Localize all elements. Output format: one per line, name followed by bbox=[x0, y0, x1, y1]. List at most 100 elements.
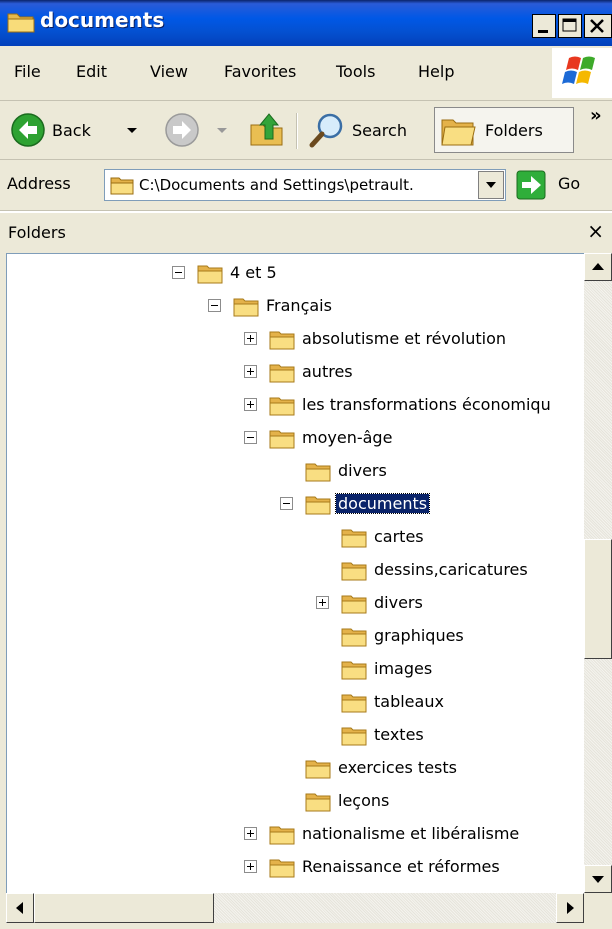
tree-node-label: Français bbox=[266, 296, 332, 315]
tree-node[interactable]: moyen-âge bbox=[7, 423, 585, 455]
title-bar[interactable]: documents bbox=[0, 0, 612, 46]
maximize-button[interactable] bbox=[558, 14, 582, 38]
folder-icon bbox=[340, 525, 368, 549]
menu-tools[interactable]: Tools bbox=[336, 62, 375, 81]
collapse-minus-icon[interactable] bbox=[208, 299, 221, 312]
tree-node-label: graphiques bbox=[374, 626, 464, 645]
vertical-scroll-thumb[interactable] bbox=[584, 539, 612, 659]
back-button[interactable]: Back bbox=[6, 107, 152, 153]
folder-icon bbox=[268, 327, 296, 351]
horizontal-scrollbar[interactable] bbox=[6, 893, 584, 923]
folder-icon bbox=[268, 360, 296, 384]
expand-plus-icon[interactable] bbox=[244, 365, 257, 378]
tree-node-label: leçons bbox=[338, 791, 390, 810]
tree-node[interactable]: documents bbox=[7, 489, 585, 521]
tree-node-label: tableaux bbox=[374, 692, 444, 711]
window-title: documents bbox=[40, 8, 165, 32]
search-icon bbox=[309, 113, 343, 148]
chevron-down-icon bbox=[217, 128, 227, 133]
tree-node[interactable]: autres bbox=[7, 357, 585, 389]
tree-node[interactable]: textes bbox=[7, 720, 585, 752]
address-field[interactable]: C:\Documents and Settings\petrault. bbox=[104, 169, 506, 201]
minimize-button[interactable] bbox=[532, 14, 556, 38]
tree-node-label: cartes bbox=[374, 527, 424, 546]
scrollbar-corner bbox=[584, 893, 612, 923]
tree-node[interactable]: cartes bbox=[7, 522, 585, 554]
tree-node-label: autres bbox=[302, 362, 353, 381]
up-folder-icon bbox=[250, 113, 283, 146]
address-value: C:\Documents and Settings\petrault. bbox=[139, 176, 414, 194]
tree-node[interactable]: tableaux bbox=[7, 687, 585, 719]
up-folder-button[interactable] bbox=[244, 107, 290, 153]
arrow-up-icon bbox=[592, 263, 604, 270]
tree-node-label: nationalisme et libéralisme bbox=[302, 824, 520, 843]
horizontal-scroll-thumb[interactable] bbox=[34, 893, 214, 923]
scroll-right-button[interactable] bbox=[556, 893, 584, 923]
folders-pane-header: Folders × bbox=[0, 213, 612, 253]
scroll-up-button[interactable] bbox=[584, 253, 612, 281]
vertical-scrollbar[interactable] bbox=[584, 253, 612, 893]
tree-node-label: textes bbox=[374, 725, 424, 744]
tree-node[interactable]: absolutisme et révolution bbox=[7, 324, 585, 356]
forward-button[interactable] bbox=[160, 107, 236, 153]
close-button[interactable] bbox=[584, 14, 612, 38]
tree-node[interactable]: divers bbox=[7, 588, 585, 620]
tree-node-label: exercices tests bbox=[338, 758, 457, 777]
tree-node[interactable]: graphiques bbox=[7, 621, 585, 653]
expand-plus-icon[interactable] bbox=[244, 860, 257, 873]
folder-icon bbox=[304, 492, 332, 516]
menu-view[interactable]: View bbox=[150, 62, 188, 81]
tree-node[interactable]: 4 et 5 bbox=[7, 258, 585, 290]
back-arrow-icon bbox=[11, 113, 45, 147]
folders-button[interactable]: Folders bbox=[434, 107, 574, 153]
tree-node[interactable]: Français bbox=[7, 291, 585, 323]
collapse-minus-icon[interactable] bbox=[280, 497, 293, 510]
tree-node[interactable]: dessins,caricatures bbox=[7, 555, 585, 587]
tree-node[interactable]: leçons bbox=[7, 786, 585, 818]
tree-node-label: images bbox=[374, 659, 433, 678]
search-button[interactable]: Search bbox=[304, 107, 428, 153]
tree-node[interactable]: nationalisme et libéralisme bbox=[7, 819, 585, 851]
arrow-down-icon bbox=[592, 876, 604, 883]
arrow-right-icon bbox=[567, 902, 574, 914]
explorer-window: documents File Edit View Favorites Tools… bbox=[0, 0, 612, 929]
folder-icon bbox=[304, 756, 332, 780]
expand-plus-icon[interactable] bbox=[244, 827, 257, 840]
tree-node[interactable]: divers bbox=[7, 456, 585, 488]
folder-icon bbox=[268, 426, 296, 450]
arrow-left-icon bbox=[16, 902, 23, 914]
tree-node[interactable]: Renaissance et réformes bbox=[7, 852, 585, 884]
minimize-icon bbox=[538, 30, 548, 33]
menu-favorites[interactable]: Favorites bbox=[224, 62, 296, 81]
menu-help[interactable]: Help bbox=[418, 62, 454, 81]
toolbar-separator bbox=[296, 113, 298, 149]
tree-node-label: moyen-âge bbox=[302, 428, 393, 447]
go-button[interactable]: Go bbox=[514, 168, 608, 202]
go-arrow-icon bbox=[516, 170, 546, 200]
windows-logo-icon bbox=[552, 48, 612, 98]
scroll-left-button[interactable] bbox=[6, 893, 34, 923]
expand-plus-icon[interactable] bbox=[244, 398, 257, 411]
scroll-down-button[interactable] bbox=[584, 865, 612, 893]
toolbar-overflow-button[interactable]: » bbox=[590, 105, 602, 126]
tree-node-label: absolutisme et révolution bbox=[302, 329, 507, 348]
collapse-minus-icon[interactable] bbox=[244, 431, 257, 444]
folder-icon bbox=[268, 393, 296, 417]
collapse-minus-icon[interactable] bbox=[172, 266, 185, 279]
menu-file[interactable]: File bbox=[14, 62, 41, 81]
folder-icon bbox=[304, 789, 332, 813]
address-dropdown-button[interactable] bbox=[478, 171, 504, 199]
folder-tree[interactable]: 4 et 5 Français absolutisme et révolution a… bbox=[6, 253, 585, 894]
address-bar: Address C:\Documents and Settings\petrau… bbox=[0, 160, 612, 211]
close-pane-button[interactable]: × bbox=[587, 219, 604, 243]
expand-plus-icon[interactable] bbox=[316, 596, 329, 609]
tree-node[interactable]: exercices tests bbox=[7, 753, 585, 785]
folders-icon bbox=[441, 119, 476, 146]
folder-icon bbox=[268, 822, 296, 846]
chevron-down-icon bbox=[486, 182, 496, 188]
expand-plus-icon[interactable] bbox=[244, 332, 257, 345]
tree-node[interactable]: les transformations économiqu bbox=[7, 390, 585, 422]
tree-node[interactable]: images bbox=[7, 654, 585, 686]
folder-icon bbox=[340, 624, 368, 648]
menu-edit[interactable]: Edit bbox=[76, 62, 107, 81]
